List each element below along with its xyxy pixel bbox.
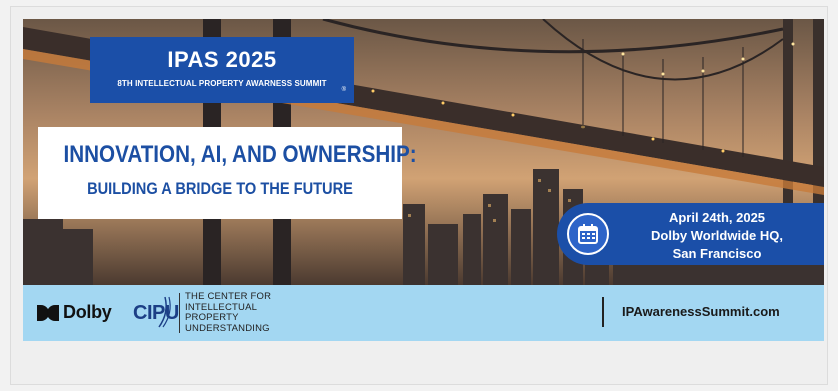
event-details: April 24th, 2025 Dolby Worldwide HQ, San…	[557, 203, 824, 265]
cipu-line-4: UNDERSTANDING	[185, 322, 270, 334]
logo-subtitle: 8TH INTELLECTUAL PROPERTY AWARNESS SUMMI…	[117, 79, 327, 88]
event-banner: IPAS 2025 8TH INTELLECTUAL PROPERTY AWAR…	[23, 19, 824, 285]
dolby-logo: Dolby	[37, 302, 112, 323]
sponsor-footer: Dolby CIPU THE CENTER FOR INTELLECTUAL P…	[23, 285, 824, 341]
event-venue: Dolby Worldwide HQ,	[651, 228, 783, 243]
headline-line-2: BUILDING A BRIDGE TO THE FUTURE	[87, 179, 353, 198]
calendar-icon	[567, 213, 609, 255]
event-text: April 24th, 2025 Dolby Worldwide HQ, San…	[617, 209, 817, 263]
event-city: San Francisco	[672, 246, 762, 261]
cipu-arc-icon	[158, 296, 171, 328]
dolby-icon	[37, 304, 59, 321]
dolby-label: Dolby	[63, 302, 112, 322]
event-date: April 24th, 2025	[668, 210, 766, 225]
logo-title: IPAS 2025	[167, 47, 277, 72]
cipu-line-3: PROPERTY	[185, 312, 239, 323]
cipu-line-1: THE CENTER FOR	[185, 291, 272, 302]
ipas-logo: IPAS 2025 8TH INTELLECTUAL PROPERTY AWAR…	[90, 37, 354, 103]
headline-line-1: INNOVATION, AI, AND OWNERSHIP:	[63, 141, 417, 168]
footer-divider	[602, 297, 604, 327]
registered-mark: ®	[341, 87, 346, 93]
website-link[interactable]: IPAwarenessSummit.com	[622, 304, 780, 319]
headline-box: INNOVATION, AI, AND OWNERSHIP: BUILDING …	[38, 127, 417, 219]
cipu-divider	[179, 293, 180, 333]
cipu-description: THE CENTER FOR INTELLECTUAL PROPERTY UND…	[185, 291, 272, 334]
